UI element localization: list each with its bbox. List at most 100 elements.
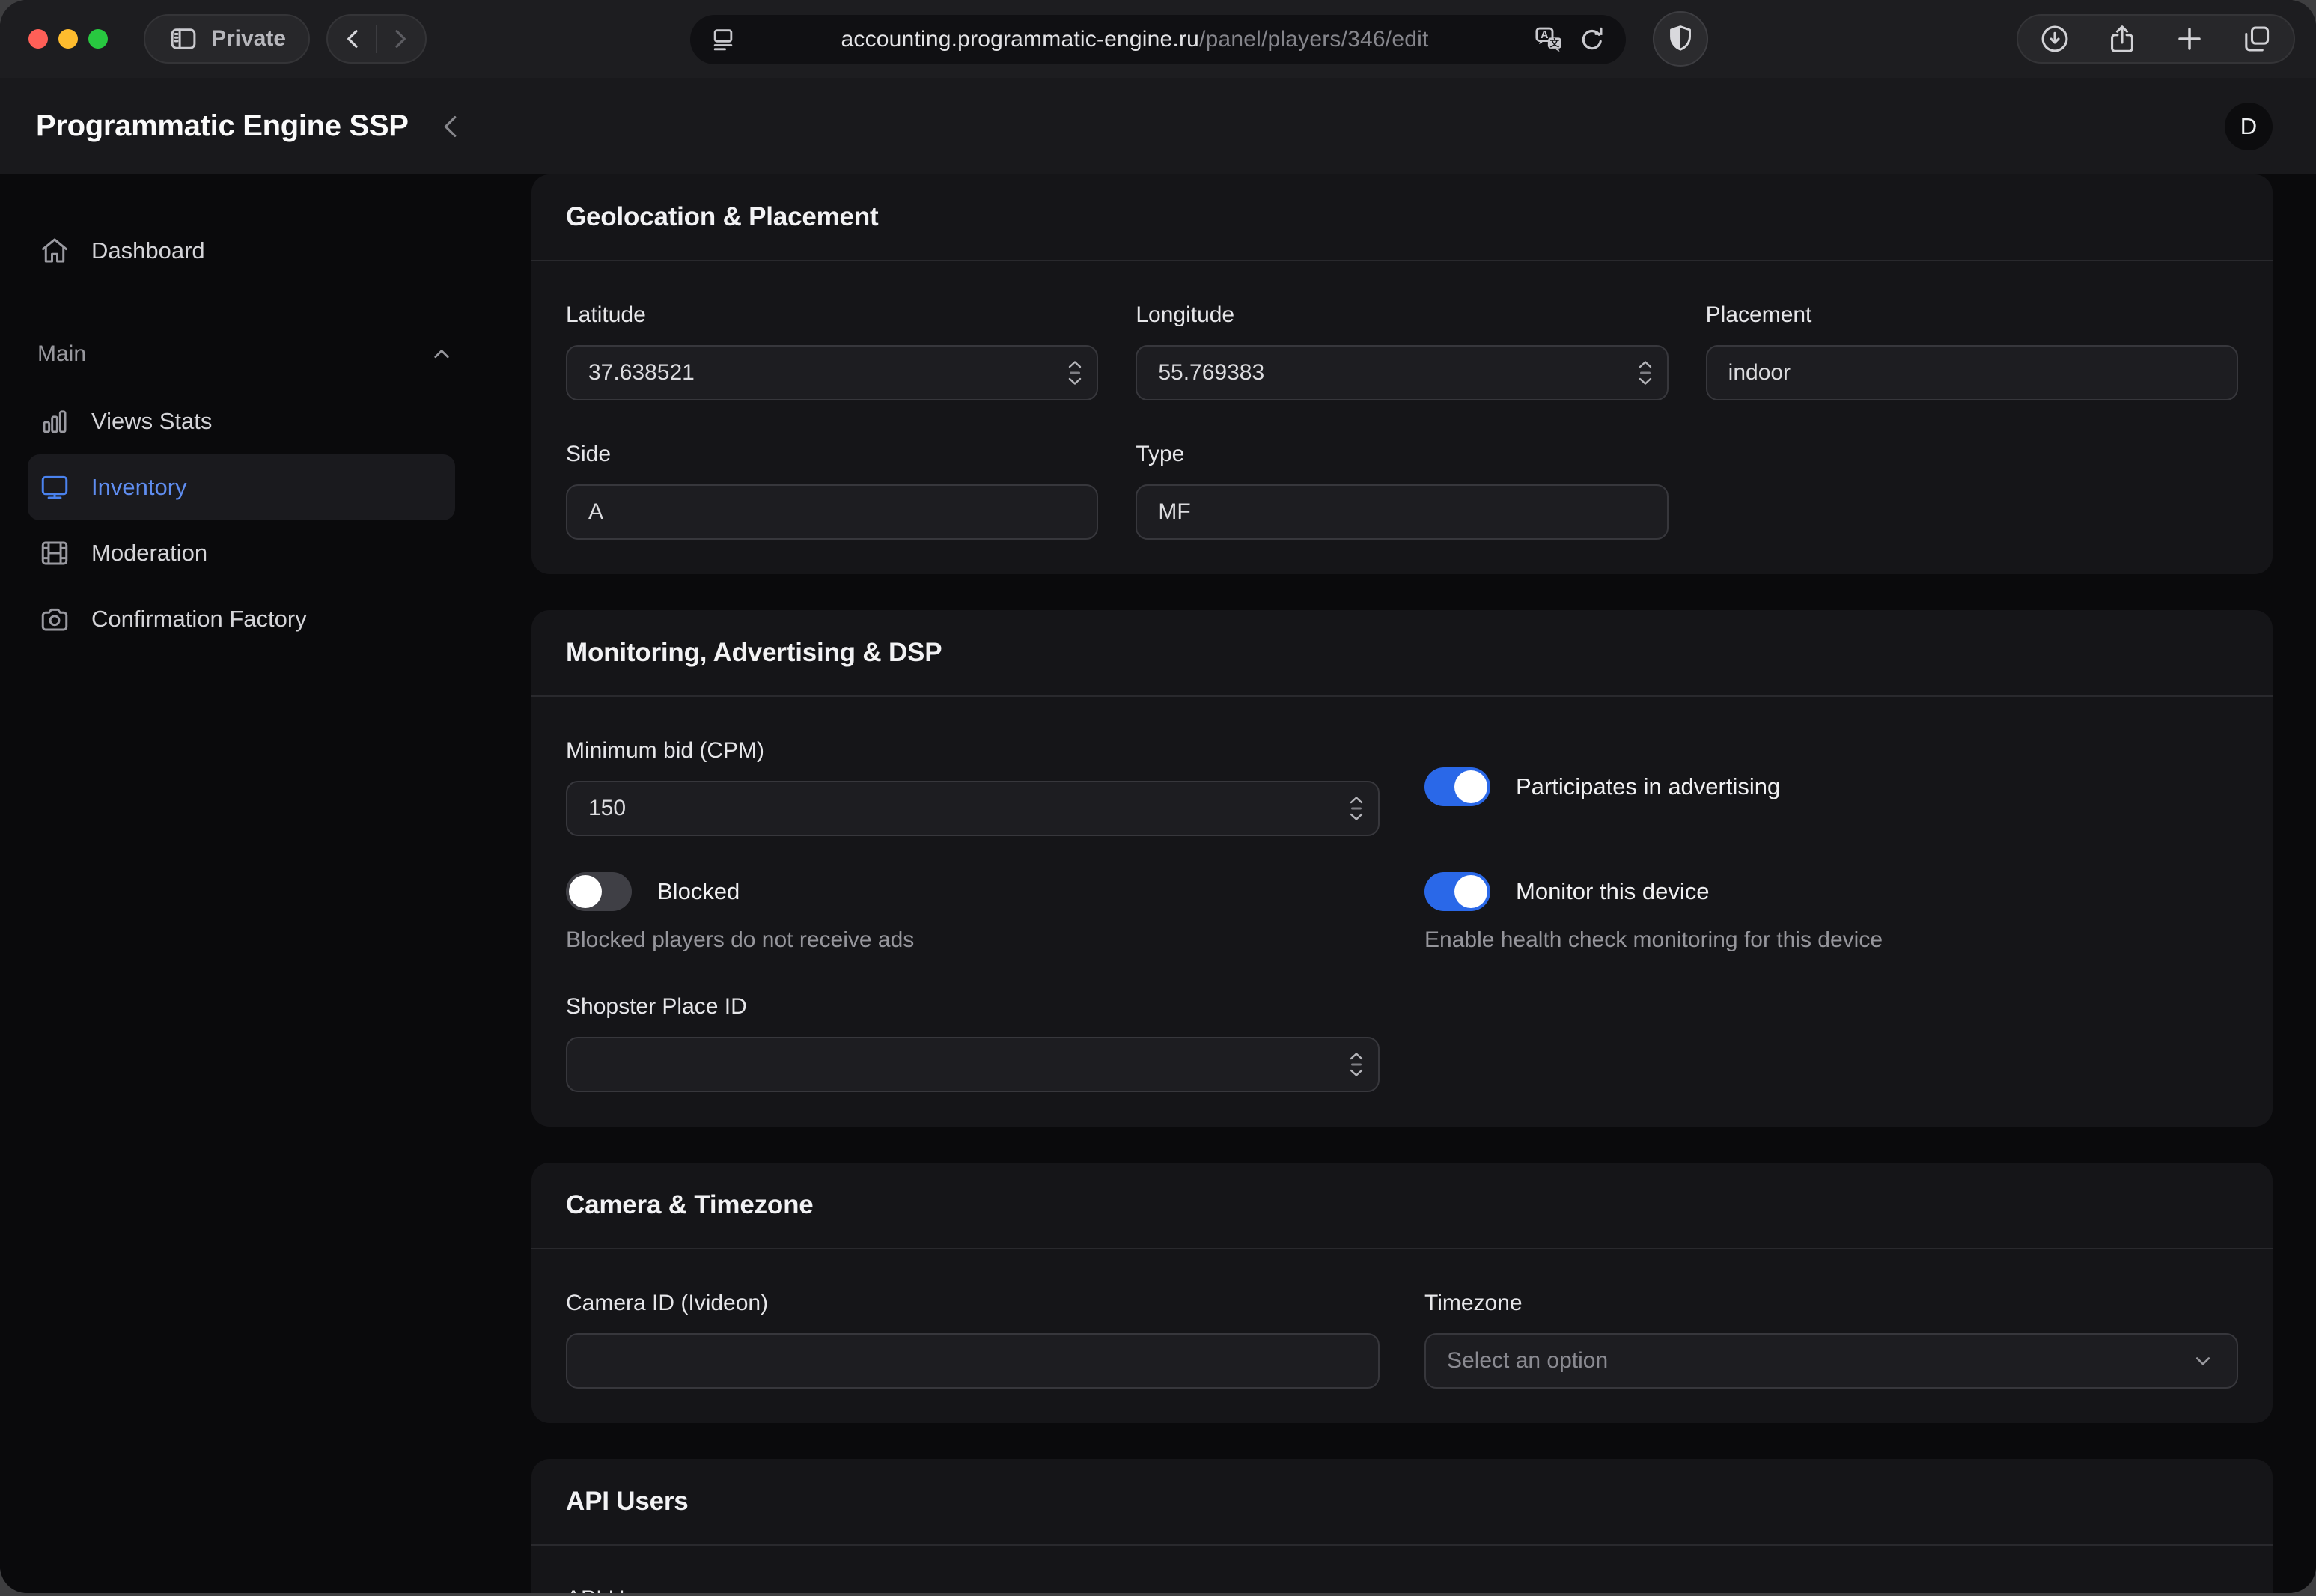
field-placement: Placement: [1706, 302, 2238, 400]
shopster-place-id-input[interactable]: [566, 1037, 1380, 1092]
translate-icon[interactable]: A 文: [1532, 22, 1566, 57]
home-icon: [39, 235, 70, 266]
field-label: Minimum bid (CPM): [566, 737, 1380, 764]
sidebar-item-dashboard[interactable]: Dashboard: [28, 218, 455, 284]
card-geolocation-placement: Geolocation & Placement Latitude: [531, 174, 2273, 574]
share-icon[interactable]: [2105, 22, 2139, 56]
field-camera-id: Camera ID (Ivideon): [566, 1290, 1380, 1389]
sidebar-item-label: Views Stats: [91, 408, 212, 435]
minimize-button[interactable]: [58, 29, 78, 49]
back-chevron-icon[interactable]: [434, 109, 469, 144]
url-host: accounting.programmatic-engine.ru: [841, 27, 1200, 52]
side-input[interactable]: [566, 484, 1098, 540]
stepper-icon[interactable]: [1348, 796, 1365, 822]
field-minimum-bid: Minimum bid (CPM): [566, 737, 1380, 836]
longitude-input[interactable]: [1136, 345, 1668, 400]
blocked-toggle[interactable]: [566, 872, 632, 911]
bar-chart-icon: [39, 406, 70, 437]
private-label: Private: [211, 26, 286, 52]
field-latitude: Latitude: [566, 302, 1098, 400]
minimum-bid-input[interactable]: [566, 781, 1380, 836]
privacy-shield-button[interactable]: [1653, 11, 1708, 67]
card-monitoring-advertising-dsp: Monitoring, Advertising & DSP Minimum bi…: [531, 610, 2273, 1127]
sidebar-toggle-icon[interactable]: [168, 23, 199, 55]
monitor-icon: [39, 472, 70, 503]
field-label: Type: [1136, 441, 1668, 468]
participates-in-advertising-toggle[interactable]: [1424, 767, 1490, 806]
sidebar-item-label: Moderation: [91, 540, 207, 567]
chevron-down-icon: [2190, 1348, 2216, 1374]
toggle-label: Participates in advertising: [1516, 773, 1780, 800]
field-shopster-place-id: Shopster Place ID: [566, 993, 1380, 1092]
svg-text:A: A: [1541, 29, 1548, 41]
select-placeholder: Select an option: [1447, 1348, 1608, 1374]
chevron-up-icon: [428, 341, 455, 368]
stepper-icon[interactable]: [1637, 360, 1654, 386]
field-label: Longitude: [1136, 302, 1668, 329]
sidebar-item-label: Dashboard: [91, 237, 205, 264]
app-header: Programmatic Engine SSP D: [0, 78, 2316, 174]
sidebar-item-confirmation-factory[interactable]: Confirmation Factory: [28, 586, 455, 652]
type-input[interactable]: [1136, 484, 1668, 540]
placement-input[interactable]: [1706, 345, 2238, 400]
tab-overview-icon[interactable]: [2240, 22, 2274, 56]
card-title: Monitoring, Advertising & DSP: [566, 638, 942, 668]
shield-icon: [1664, 22, 1697, 55]
section-label: Main: [37, 341, 86, 367]
timezone-select[interactable]: Select an option: [1424, 1333, 2238, 1389]
sidebar-item-label: Inventory: [91, 474, 187, 501]
toolbar-actions: [2017, 14, 2295, 64]
helper-text: Blocked players do not receive ads: [566, 928, 1380, 953]
monitor-this-device-toggle[interactable]: [1424, 872, 1490, 911]
zoom-button[interactable]: [88, 29, 108, 49]
page-title: Programmatic Engine SSP: [36, 109, 409, 143]
reload-icon[interactable]: [1576, 24, 1608, 55]
history-nav: [326, 14, 427, 64]
nav-divider: [376, 25, 377, 53]
browser-toolbar: Private accounting.programmatic-engine.r…: [0, 0, 2316, 78]
svg-text:文: 文: [1550, 37, 1560, 49]
card-title: API Users: [566, 1487, 689, 1517]
avatar[interactable]: D: [2225, 103, 2273, 150]
field-label: Side: [566, 441, 1098, 468]
sidebar-section-main[interactable]: Main: [37, 341, 455, 368]
film-icon: [39, 537, 70, 569]
field-label: Placement: [1706, 302, 2238, 329]
stepper-icon[interactable]: [1067, 360, 1083, 386]
browser-window: Private accounting.programmatic-engine.r…: [0, 0, 2316, 1593]
toggle-label: Monitor this device: [1516, 878, 1709, 905]
back-button[interactable]: [334, 19, 373, 58]
new-tab-icon[interactable]: [2172, 22, 2207, 56]
main-area: Dashboard Main Views Stats: [0, 174, 2316, 1593]
page-settings-icon[interactable]: [708, 25, 738, 55]
private-badge: Private: [144, 14, 310, 64]
traffic-lights: [28, 29, 108, 49]
sidebar-item-label: Confirmation Factory: [91, 606, 307, 633]
participates-toggle-row: Participates in advertising: [1424, 737, 2238, 836]
field-label: Shopster Place ID: [566, 993, 1380, 1020]
api-users-label: API Users: [566, 1586, 2238, 1593]
address-bar[interactable]: accounting.programmatic-engine.ru/panel/…: [690, 15, 1626, 64]
stepper-icon[interactable]: [1348, 1052, 1365, 1078]
helper-text: Enable health check monitoring for this …: [1424, 928, 2238, 953]
latitude-input[interactable]: [566, 345, 1098, 400]
close-button[interactable]: [28, 29, 48, 49]
downloads-icon[interactable]: [2038, 22, 2072, 56]
sidebar-item-views-stats[interactable]: Views Stats: [28, 389, 455, 454]
sidebar: Dashboard Main Views Stats: [0, 174, 494, 1593]
field-longitude: Longitude: [1136, 302, 1668, 400]
card-title: Camera & Timezone: [566, 1190, 814, 1220]
sidebar-item-moderation[interactable]: Moderation: [28, 520, 455, 586]
forward-button[interactable]: [380, 19, 419, 58]
url-path: /panel/players/346/edit: [1199, 27, 1428, 52]
field-label: Timezone: [1424, 1290, 2238, 1317]
field-label: Latitude: [566, 302, 1098, 329]
camera-id-input[interactable]: [566, 1333, 1380, 1389]
field-timezone: Timezone Select an option: [1424, 1290, 2238, 1389]
url-text[interactable]: accounting.programmatic-engine.ru/panel/…: [738, 27, 1532, 52]
sidebar-item-inventory[interactable]: Inventory: [28, 454, 455, 520]
field-type: Type: [1136, 441, 1668, 540]
field-label: Camera ID (Ivideon): [566, 1290, 1380, 1317]
monitor-toggle-group: Monitor this device Enable health check …: [1424, 872, 2238, 953]
field-side: Side: [566, 441, 1098, 540]
